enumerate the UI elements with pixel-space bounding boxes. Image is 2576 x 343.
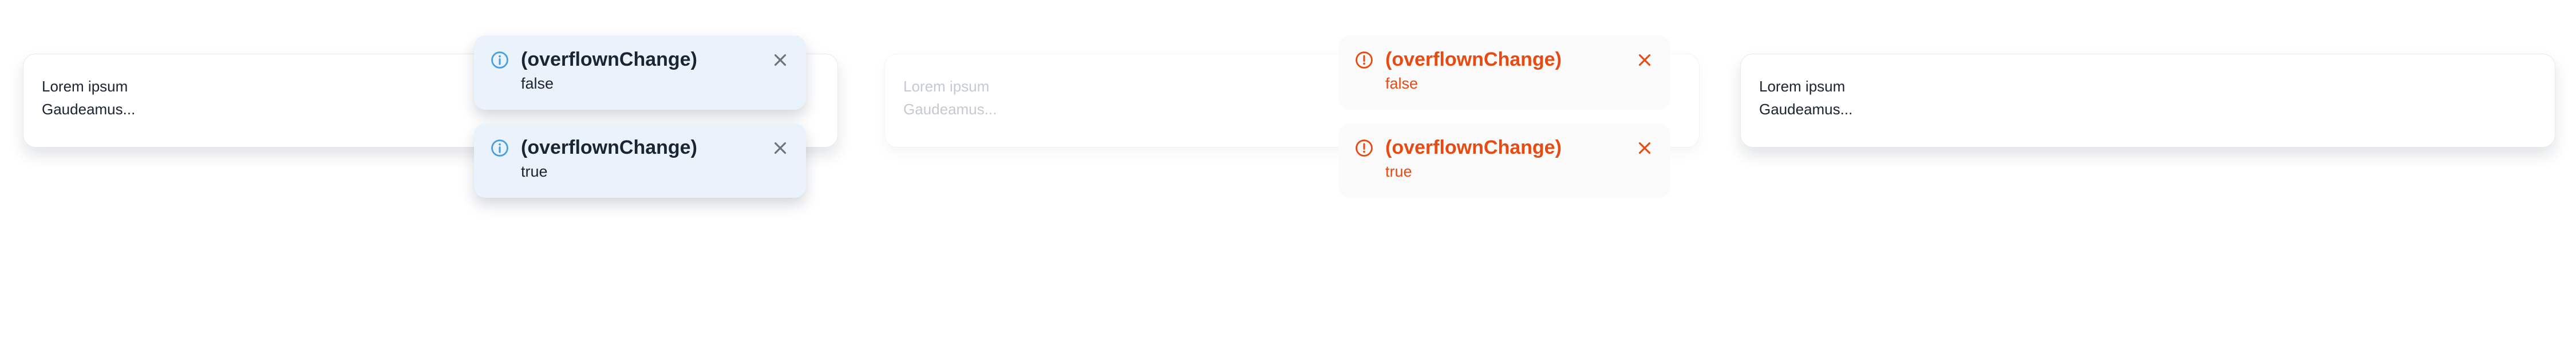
close-icon[interactable] bbox=[771, 138, 790, 158]
toast-message: true bbox=[1385, 163, 1412, 180]
close-icon[interactable] bbox=[771, 50, 790, 70]
info-icon bbox=[491, 51, 508, 69]
toast-title: (overflownChange) bbox=[521, 49, 697, 70]
info-toast: (overflownChange) false bbox=[474, 35, 806, 110]
toast-title: (overflownChange) bbox=[521, 137, 697, 158]
canvas: Lorem ipsum Gaudeamus... Lorem ipsum Gau… bbox=[0, 0, 2576, 343]
text-card-3: Lorem ipsum Gaudeamus... bbox=[1740, 54, 2555, 147]
toast-title: (overflownChange) bbox=[1385, 137, 1562, 158]
close-icon[interactable] bbox=[1635, 138, 1654, 158]
toast-title: (overflownChange) bbox=[1385, 49, 1562, 70]
toast-message: true bbox=[521, 163, 548, 180]
error-toast: (overflownChange) false bbox=[1338, 35, 1670, 110]
toast-message: false bbox=[521, 75, 554, 92]
close-icon[interactable] bbox=[1635, 50, 1654, 70]
card-line-1: Lorem ipsum bbox=[1759, 78, 1846, 95]
error-toast: (overflownChange) true bbox=[1338, 123, 1670, 198]
info-toast: (overflownChange) true bbox=[474, 123, 806, 198]
error-icon bbox=[1356, 51, 1373, 69]
card-line-2: Gaudeamus... bbox=[1759, 101, 1853, 118]
toast-message: false bbox=[1385, 75, 1419, 92]
error-icon bbox=[1356, 139, 1373, 157]
info-icon bbox=[491, 139, 508, 157]
